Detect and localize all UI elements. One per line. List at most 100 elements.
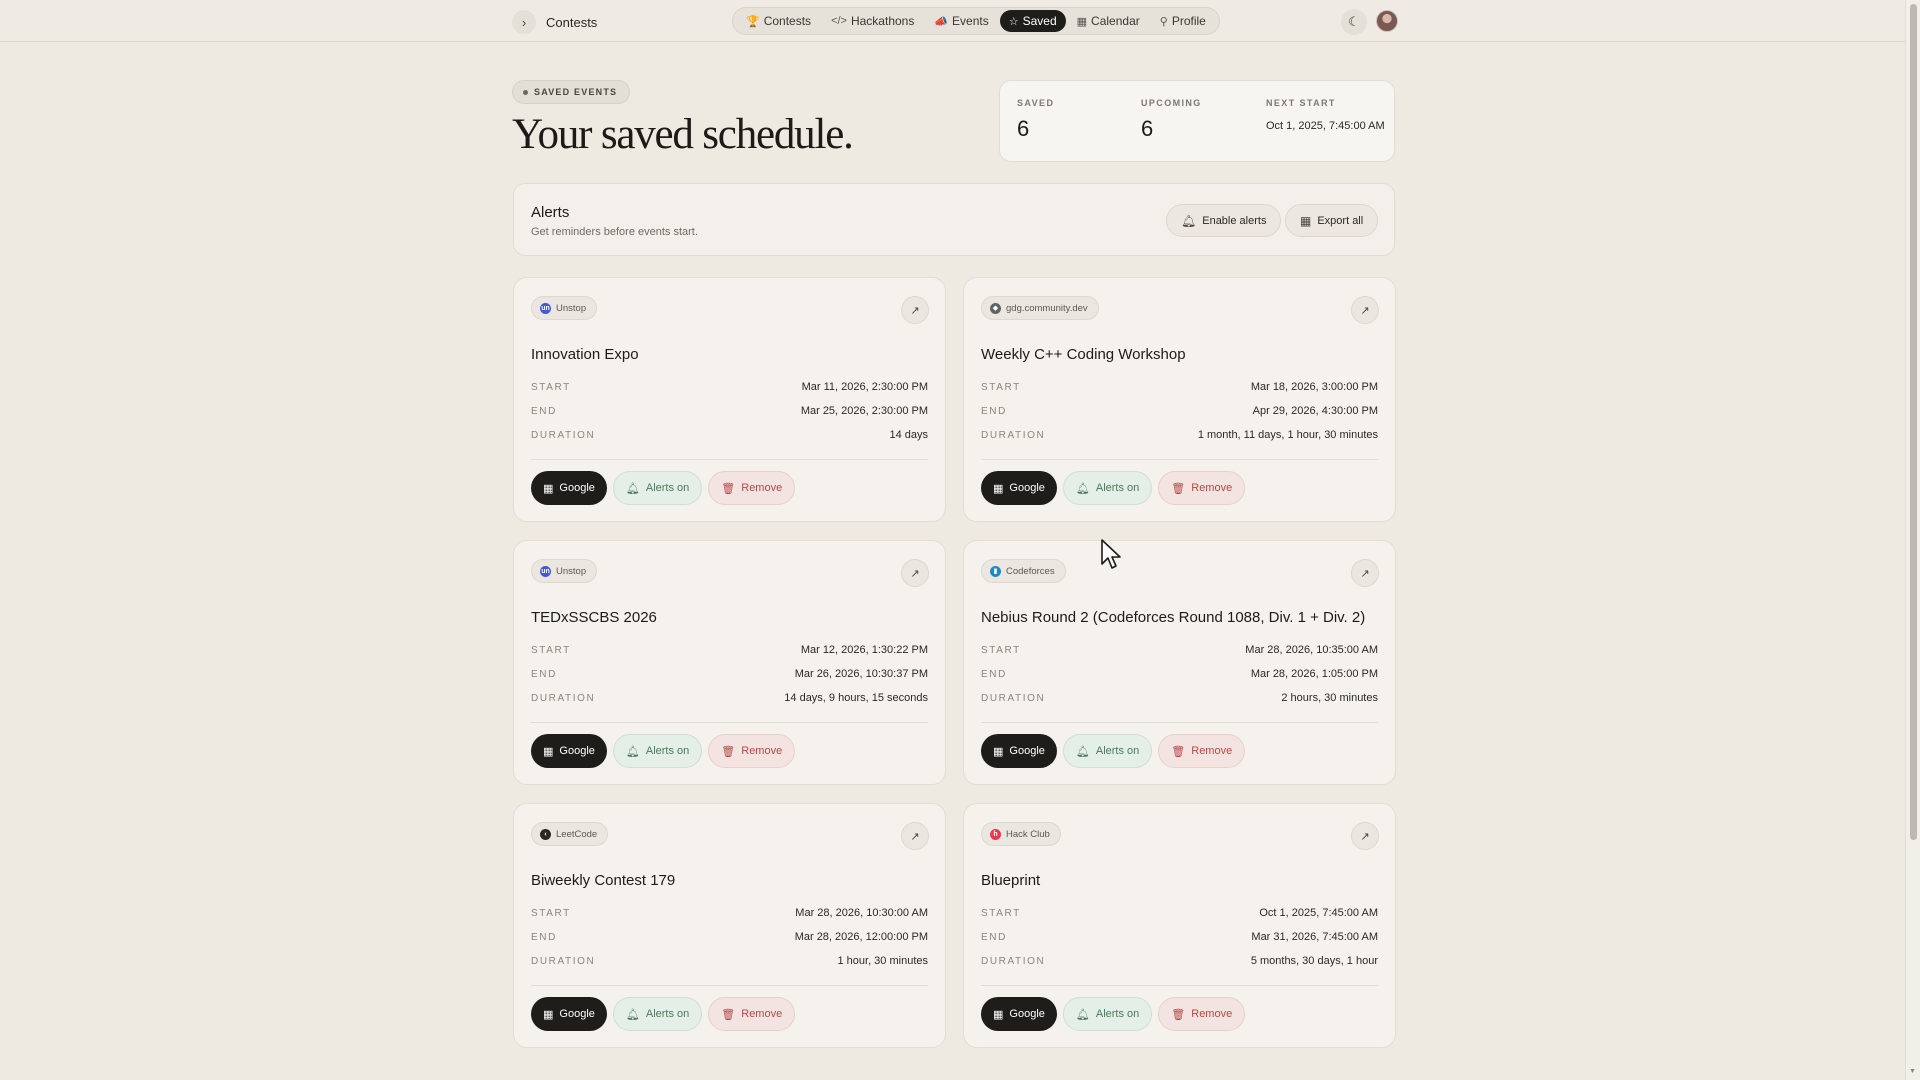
stat-saved: SAVED 6 [1017,98,1054,142]
open-external-button[interactable]: ↗ [1351,822,1379,850]
scroll-down-icon[interactable]: ▼ [1909,1068,1916,1075]
divider [531,985,928,986]
duration-label: DURATION [531,955,596,967]
event-card: un Unstop ↗ TEDxSSCBS 2026 START Mar 12,… [513,540,946,785]
export-all-button[interactable]: ▦ Export all [1285,204,1379,237]
trash-icon: 🗑︎ [1171,745,1186,758]
google-calendar-button[interactable]: ▦ Google [531,997,607,1031]
remove-label: Remove [741,1008,783,1020]
google-calendar-button[interactable]: ▦ Google [531,471,607,505]
start-row: START Mar 18, 2026, 3:00:00 PM [981,380,1378,394]
megaphone-icon: 📣 [934,15,949,28]
end-value: Mar 28, 2026, 12:00:00 PM [794,931,928,943]
duration-value: 14 days [889,429,928,441]
open-external-button[interactable]: ↗ [901,822,929,850]
start-value: Mar 11, 2026, 2:30:00 PM [801,381,928,393]
start-row: START Oct 1, 2025, 7:45:00 AM [981,906,1378,920]
source-chip[interactable]: ◆ gdg.community.dev [981,296,1099,320]
trash-icon: 🗑︎ [721,482,736,495]
open-external-button[interactable]: ↗ [901,559,929,587]
card-actions: ▦ Google 🔔︎ Alerts on 🗑︎ Remove [531,471,796,505]
alerts-on-button[interactable]: 🔔︎ Alerts on [612,471,703,505]
alerts-on-button[interactable]: 🔔︎ Alerts on [612,997,703,1031]
divider [531,459,928,460]
stat-upcoming: UPCOMING 6 [1141,98,1202,142]
stat-saved-label: SAVED [1017,98,1055,108]
duration-row: DURATION 14 days [531,428,928,442]
google-calendar-button[interactable]: ▦ Google [531,734,607,768]
start-label: START [531,907,571,919]
start-label: START [981,907,1021,919]
alerts-on-button[interactable]: 🔔︎ Alerts on [1062,471,1153,505]
nav-calendar[interactable]: ▦ Calendar [1068,10,1149,32]
stat-next-start-label: NEXT START [1266,98,1336,108]
alerts-on-label: Alerts on [1095,1008,1140,1020]
google-calendar-button[interactable]: ▦ Google [981,997,1057,1031]
end-value: Mar 26, 2026, 10:30:37 PM [794,668,928,680]
source-logo-icon: un [540,565,551,577]
duration-label: DURATION [981,955,1046,967]
end-row: END Mar 31, 2026, 7:45:00 AM [981,930,1378,944]
nav-contests[interactable]: 🏆 Contests [737,10,820,32]
breadcrumb: › Contests [512,10,597,34]
event-title: Weekly C++ Coding Workshop [981,346,1186,363]
scrollbar[interactable]: ▼ [1905,0,1920,1080]
source-chip[interactable]: ▮ Codeforces [981,559,1066,583]
remove-button[interactable]: 🗑︎ Remove [708,471,796,505]
alerts-title: Alerts [531,204,570,221]
avatar[interactable] [1376,10,1398,32]
open-external-button[interactable]: ↗ [1351,559,1379,587]
event-title: Innovation Expo [531,346,639,363]
duration-row: DURATION 14 days, 9 hours, 15 seconds [531,691,928,705]
remove-label: Remove [1191,482,1233,494]
code-icon: </> [831,15,847,27]
end-row: END Mar 26, 2026, 10:30:37 PM [531,667,928,681]
nav-profile[interactable]: ⚲ Profile [1151,10,1215,32]
source-label: Unstop [556,565,587,577]
remove-button[interactable]: 🗑︎ Remove [708,997,796,1031]
external-link-icon: ↗ [910,304,920,317]
nav-hackathons[interactable]: </> Hackathons [822,10,923,32]
duration-row: DURATION 1 hour, 30 minutes [531,954,928,968]
remove-button[interactable]: 🗑︎ Remove [1158,734,1246,768]
end-label: END [531,405,557,417]
remove-button[interactable]: 🗑︎ Remove [1158,997,1246,1031]
event-card: un Unstop ↗ Innovation Expo START Mar 11… [513,277,946,522]
source-chip[interactable]: ‹ LeetCode [531,822,609,846]
theme-toggle-button[interactable]: ☾ [1341,9,1367,35]
source-label: Hack Club [1006,828,1050,840]
enable-alerts-button[interactable]: 🔔︎ Enable alerts [1166,204,1282,237]
nav-events[interactable]: 📣 Events [925,10,997,32]
source-chip[interactable]: un Unstop [531,559,598,583]
scrollbar-thumb[interactable] [1910,4,1917,840]
remove-button[interactable]: 🗑︎ Remove [708,734,796,768]
open-external-button[interactable]: ↗ [901,296,929,324]
source-chip[interactable]: h Hack Club [981,822,1061,846]
start-row: START Mar 28, 2026, 10:30:00 AM [531,906,928,920]
external-link-icon: ↗ [1360,567,1370,580]
open-external-button[interactable]: ↗ [1351,296,1379,324]
google-label: Google [559,482,595,494]
google-calendar-button[interactable]: ▦ Google [981,471,1057,505]
trash-icon: 🗑︎ [721,745,736,758]
event-card: ‹ LeetCode ↗ Biweekly Contest 179 START … [513,803,946,1048]
duration-label: DURATION [531,692,596,704]
remove-label: Remove [1191,745,1233,757]
google-calendar-button[interactable]: ▦ Google [981,734,1057,768]
remove-button[interactable]: 🗑︎ Remove [1158,471,1246,505]
duration-label: DURATION [981,692,1046,704]
end-value: Mar 31, 2026, 7:45:00 AM [1251,931,1378,943]
duration-label: DURATION [981,429,1046,441]
alerts-on-button[interactable]: 🔔︎ Alerts on [1062,734,1153,768]
end-label: END [981,931,1007,943]
duration-row: DURATION 5 months, 30 days, 1 hour [981,954,1378,968]
source-chip[interactable]: un Unstop [531,296,598,320]
moon-icon: ☾ [1348,14,1360,29]
sidebar-toggle-button[interactable]: › [512,10,536,34]
google-label: Google [1009,482,1045,494]
nav-label: Profile [1171,14,1206,28]
breadcrumb-label: Contests [546,14,598,30]
alerts-on-button[interactable]: 🔔︎ Alerts on [1062,997,1153,1031]
nav-saved[interactable]: ☆ Saved [999,10,1066,32]
alerts-on-button[interactable]: 🔔︎ Alerts on [612,734,703,768]
